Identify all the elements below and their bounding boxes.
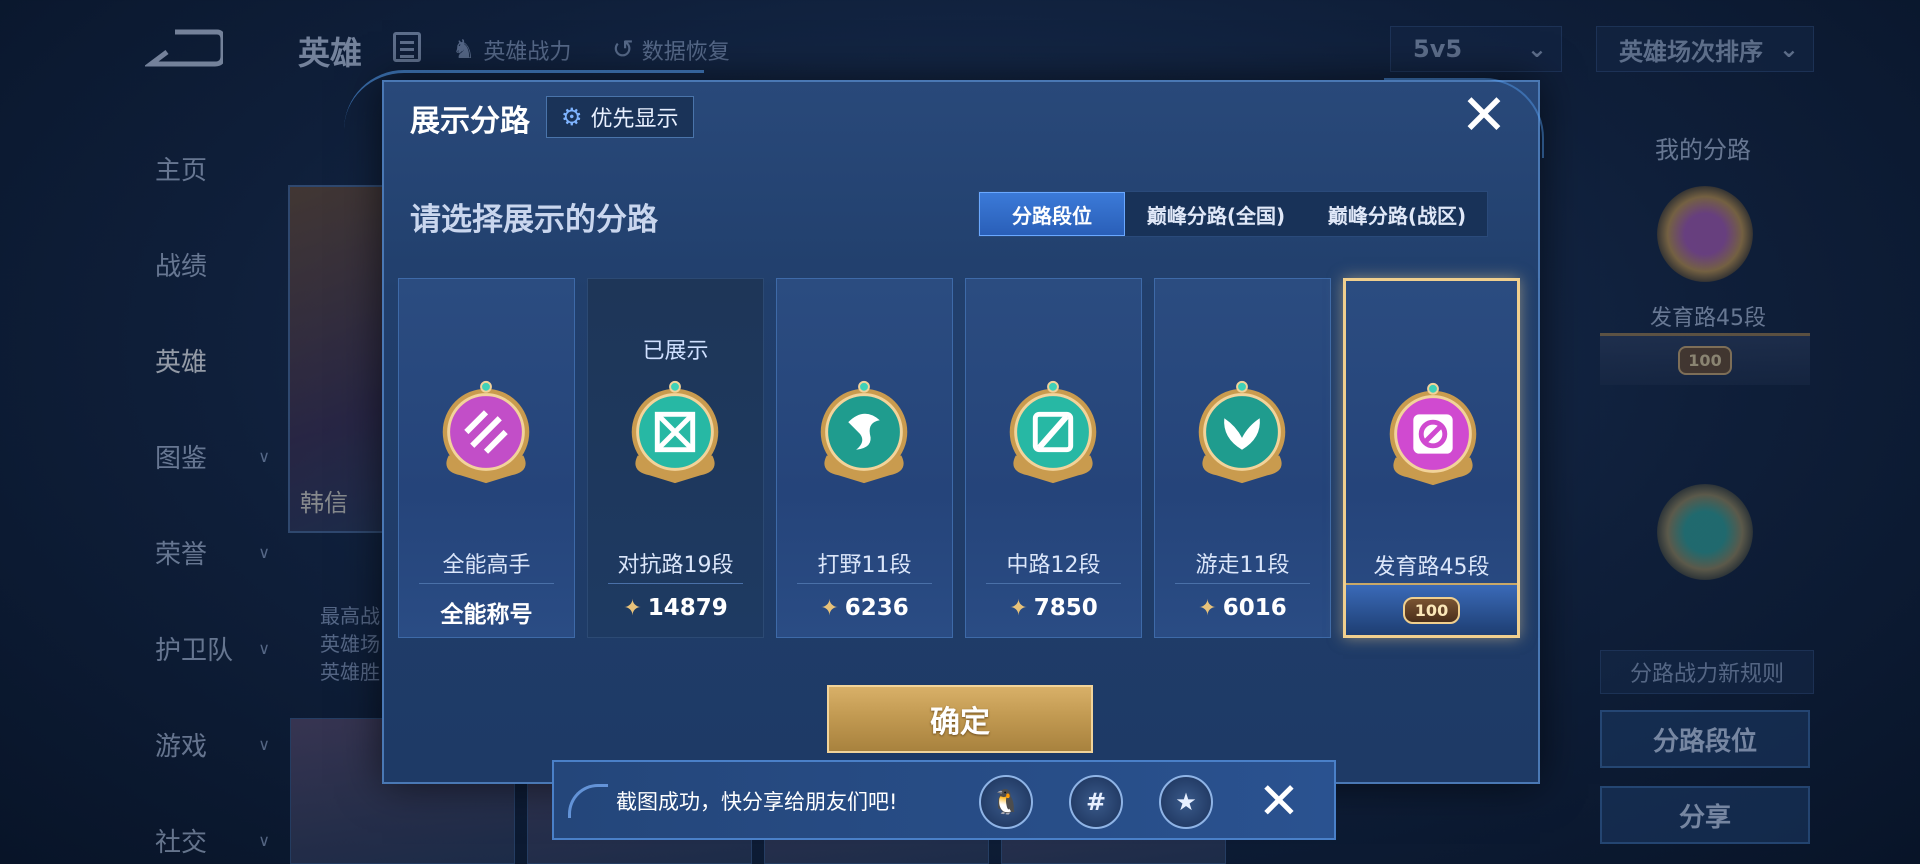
lane-card[interactable]: 中路12段 ✦ 7850	[965, 278, 1142, 638]
hero-power-link[interactable]: ♞ 英雄战力	[452, 34, 571, 66]
lane-name: 中路12段	[1006, 553, 1101, 578]
tab-peak-region[interactable]: 巅峰分路(战区)	[1307, 192, 1487, 236]
back-arrow-icon[interactable]	[145, 28, 223, 68]
adc-lane-badge-icon	[1657, 186, 1753, 282]
nav-item-honor[interactable]: 荣誉 ∨	[130, 504, 280, 600]
star-icon: ★	[1175, 788, 1197, 816]
rank-plate-value: 100	[1402, 596, 1461, 624]
lane-rank-badge-icon	[442, 380, 530, 484]
lane-power-value: 14879	[647, 595, 728, 621]
lane-rank-badge-icon	[1009, 380, 1097, 484]
tab-lane-rank[interactable]: 分路段位	[979, 192, 1125, 236]
data-restore-link[interactable]: ↺ 数据恢复	[612, 34, 730, 66]
top-lane-badge-icon	[1657, 484, 1753, 580]
lane-card-list: 全能高手 全能称号 已展示 对抗路19段 ✦ 14879 打野11段 ✦ 6236 中路12段 ✦ 7…	[398, 278, 1520, 638]
tab-peak-national[interactable]: 巅峰分路(全国)	[1125, 192, 1307, 236]
power-icon: ✦	[820, 595, 839, 621]
lane-card[interactable]: 游走11段 ✦ 6016	[1154, 278, 1331, 638]
divider	[797, 583, 932, 584]
rank-plate: 100	[1346, 583, 1517, 635]
chevron-down-icon: ∨	[258, 638, 270, 658]
nav-item-guard[interactable]: 护卫队 ∨	[130, 600, 280, 696]
modal-subtitle: 请选择展示的分路	[410, 202, 658, 238]
lane-power-value: 7850	[1033, 595, 1098, 621]
lane-card[interactable]: 发育路45段 100	[1343, 278, 1520, 638]
lane-footer: ✦ 7850	[966, 595, 1141, 621]
page-title: 英雄	[298, 34, 363, 72]
lane-rank-badge-icon	[820, 380, 908, 484]
lane-name: 打野11段	[817, 553, 912, 578]
lane-card[interactable]: 全能高手 全能称号	[398, 278, 575, 638]
lane-name: 发育路45段	[1373, 555, 1490, 580]
nav-item-codex[interactable]: 图鉴 ∨	[130, 408, 280, 504]
nav-item-heroes[interactable]: 英雄	[130, 312, 280, 408]
close-icon[interactable]: ✕	[1456, 88, 1512, 144]
displayed-tag: 已展示	[642, 339, 709, 364]
hero-info: 最高战 英雄场 英雄胜	[320, 604, 380, 684]
lane-power-rules-button[interactable]: 分路战力新规则	[1600, 650, 1814, 694]
power-icon: ✦	[623, 595, 642, 621]
lane-rank-badge-icon	[631, 380, 719, 484]
restore-icon: ↺	[612, 35, 634, 65]
my-lanes-title: 我的分路	[1655, 136, 1751, 164]
lane-card[interactable]: 已展示对抗路19段 ✦ 14879	[587, 278, 764, 638]
lane-footer: ✦ 6016	[1155, 595, 1330, 621]
nav-item-game[interactable]: 游戏 ∨	[130, 696, 280, 792]
chevron-down-icon: ∨	[258, 830, 270, 850]
share-button[interactable]: 分享	[1600, 786, 1810, 844]
qzone-share-button[interactable]: ★	[1159, 775, 1213, 829]
power-icon: ✦	[1009, 595, 1028, 621]
gear-icon: ⚙	[561, 103, 583, 131]
helmet-icon: ♞	[452, 35, 476, 65]
nav-item-home[interactable]: 主页	[130, 120, 280, 216]
lane-display-modal: 展示分路 ⚙ 优先显示 ✕ 请选择展示的分路 分路段位 巅峰分路(全国) 巅峰分…	[344, 70, 1544, 784]
lane-name: 对抗路19段	[617, 553, 734, 578]
priority-display-button[interactable]: ⚙ 优先显示	[546, 96, 694, 138]
divider	[608, 583, 743, 584]
swirl-icon	[568, 784, 608, 818]
nav-item-records[interactable]: 战绩	[130, 216, 280, 312]
lane-rank-badge-icon	[1389, 382, 1477, 486]
chevron-down-icon: ∨	[258, 542, 270, 562]
close-icon[interactable]: ✕	[1252, 774, 1306, 828]
my-lane-label: 发育路45段	[1650, 306, 1766, 331]
chevron-down-icon: ∨	[258, 734, 270, 754]
moments-share-button[interactable]: #	[1069, 775, 1123, 829]
lane-name: 游走11段	[1195, 553, 1290, 578]
share-toast: 截图成功，快分享给朋友们吧! 🐧 # ★ ✕	[552, 760, 1336, 840]
lane-footer: ✦ 6236	[777, 595, 952, 621]
chevron-down-icon: ⌄	[1526, 35, 1547, 63]
lane-card[interactable]: 打野11段 ✦ 6236	[776, 278, 953, 638]
side-nav: 主页 战绩 英雄 图鉴 ∨ 荣誉 ∨ 护卫队 ∨ 游戏 ∨ 社交 ∨	[130, 120, 280, 864]
mode-select[interactable]: 5v5 ⌄	[1390, 26, 1562, 72]
chevron-down-icon: ∨	[258, 446, 270, 466]
lane-rank-badge-icon	[1198, 380, 1286, 484]
hero-name: 韩信	[300, 489, 348, 517]
lane-footer: ✦ 14879	[588, 595, 763, 621]
penguin-icon: 🐧	[991, 788, 1021, 816]
qq-share-button[interactable]: 🐧	[979, 775, 1033, 829]
list-icon[interactable]	[393, 32, 421, 62]
divider	[986, 583, 1121, 584]
divider	[1175, 583, 1310, 584]
nav-item-social[interactable]: 社交 ∨	[130, 792, 280, 864]
lane-power-value: 6236	[844, 595, 909, 621]
chevron-down-icon: ⌄	[1778, 35, 1799, 63]
modal-title: 展示分路	[410, 104, 530, 139]
power-icon: ✦	[1198, 595, 1217, 621]
lane-name: 全能高手	[442, 553, 531, 578]
lane-footer: 全能称号	[399, 595, 574, 629]
hashtag-icon: #	[1085, 788, 1107, 816]
lane-rank-button[interactable]: 分路段位	[1600, 710, 1810, 768]
lane-tabs: 分路段位 巅峰分路(全国) 巅峰分路(战区)	[978, 191, 1488, 237]
my-lane-plate: 100	[1600, 333, 1810, 385]
toast-message: 截图成功，快分享给朋友们吧!	[616, 790, 898, 814]
lane-power-value: 6016	[1222, 595, 1287, 621]
divider	[419, 583, 554, 584]
title-label: 全能称号	[440, 602, 533, 628]
confirm-button[interactable]: 确定	[827, 685, 1093, 753]
sort-select[interactable]: 英雄场次排序 ⌄	[1596, 26, 1814, 72]
